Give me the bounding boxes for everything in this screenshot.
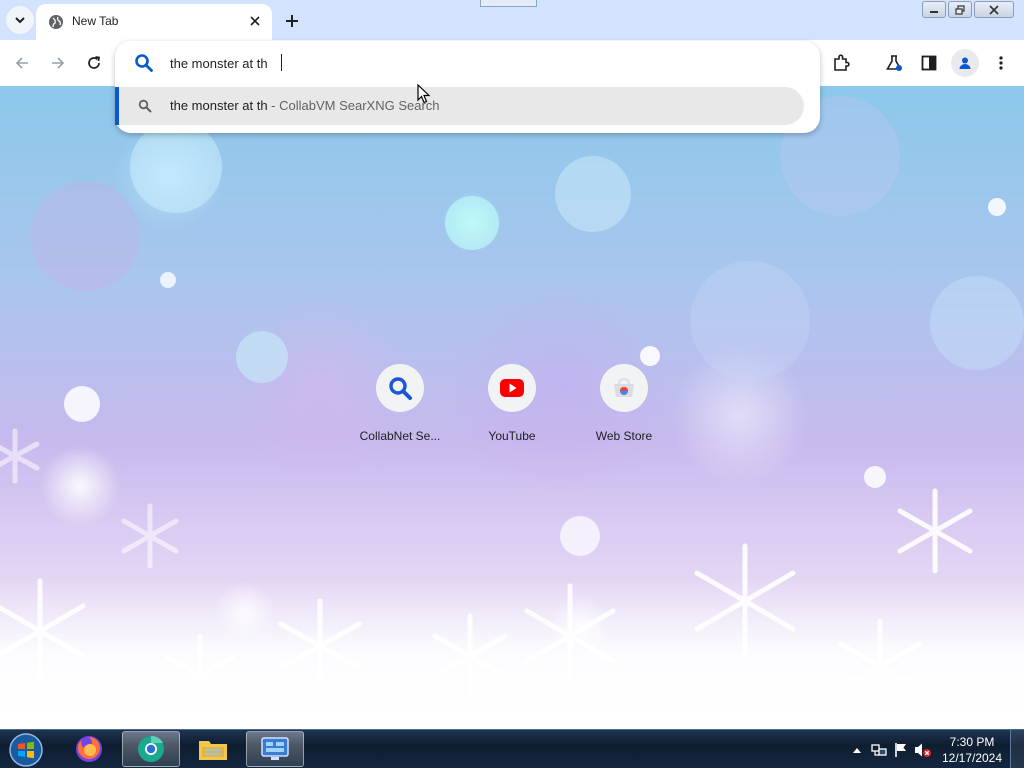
address-bar-input[interactable] — [170, 53, 770, 73]
suggestion-separator: - — [267, 98, 280, 113]
taskbar-control-panel[interactable] — [246, 731, 304, 767]
window-controls — [922, 1, 1014, 18]
suggestion-query: the monster at th — [170, 98, 268, 113]
labs-flask-icon — [886, 55, 902, 71]
tab-strip: New Tab — [0, 0, 1024, 40]
taskbar-clock[interactable]: 7:30 PM 12/17/2024 — [934, 734, 1010, 766]
chromium-browser-icon — [138, 735, 164, 762]
taskbar-firefox[interactable] — [60, 731, 118, 767]
new-tab-button[interactable] — [278, 7, 306, 35]
magnifier-icon — [389, 377, 412, 400]
globe-icon — [49, 15, 63, 29]
suggestion-selection-bar — [115, 87, 119, 125]
tab-new-tab[interactable]: New Tab — [36, 4, 272, 40]
tab-search-button[interactable] — [6, 6, 34, 34]
show-hidden-icons-button[interactable] — [846, 739, 868, 761]
window-drag-indicator[interactable] — [480, 0, 537, 7]
tray-network-button[interactable] — [868, 739, 890, 761]
profile-button[interactable] — [951, 49, 979, 77]
profile-icon — [959, 57, 971, 69]
forward-arrow-icon — [52, 57, 65, 69]
suggestion-description: CollabVM SearXNG Search — [279, 98, 440, 113]
forward-button[interactable] — [44, 49, 72, 77]
shortcut-youtube[interactable]: YouTube — [456, 364, 568, 460]
reload-button[interactable] — [80, 49, 108, 77]
windows-start-orb-icon — [9, 733, 43, 767]
shortcut-icon-circle — [488, 364, 536, 412]
chevron-up-icon — [853, 747, 861, 753]
search-icon — [135, 54, 153, 72]
browser-menu-button[interactable] — [987, 49, 1015, 77]
tray-volume-button[interactable] — [912, 739, 934, 761]
suggestion-text: the monster at th - CollabVM SearXNG Sea… — [170, 98, 440, 113]
close-window-button[interactable] — [974, 1, 1014, 18]
shortcut-web-store[interactable]: Web Store — [568, 364, 680, 460]
back-arrow-icon — [15, 57, 28, 69]
side-panel-icon — [921, 55, 937, 71]
search-icon — [138, 99, 152, 113]
tab-close-button[interactable] — [246, 12, 264, 30]
clock-date: 12/17/2024 — [941, 750, 1003, 765]
labs-button[interactable] — [880, 49, 908, 77]
flag-icon — [895, 742, 906, 757]
network-icon — [871, 743, 887, 756]
firefox-icon — [76, 736, 102, 762]
restore-button[interactable] — [948, 1, 972, 18]
menu-kebab-icon — [999, 56, 1003, 70]
text-caret — [281, 54, 282, 71]
shortcut-icon-circle — [376, 364, 424, 412]
chevron-down-icon — [15, 17, 25, 24]
new-tab-page-background: CollabNet Se... YouTube Web Store — [0, 86, 1024, 729]
youtube-play-icon — [500, 379, 524, 397]
web-store-icon — [614, 378, 634, 397]
omnibox-suggestion[interactable]: the monster at th - CollabVM SearXNG Sea… — [115, 87, 804, 125]
close-icon — [989, 4, 999, 15]
show-desktop-button[interactable] — [1010, 730, 1024, 768]
windows-taskbar: 7:30 PM 12/17/2024 — [0, 729, 1024, 768]
minimize-button[interactable] — [922, 1, 946, 18]
shortcut-icon-circle — [600, 364, 648, 412]
plus-icon — [286, 15, 298, 27]
taskbar-file-explorer[interactable] — [184, 731, 242, 767]
folder-icon — [199, 741, 227, 760]
extensions-button[interactable] — [827, 49, 855, 77]
control-panel-icon — [261, 737, 289, 760]
clock-time: 7:30 PM — [949, 734, 995, 749]
tab-title: New Tab — [72, 14, 119, 28]
mouse-cursor-icon — [417, 84, 431, 104]
omnibox-dropdown: the monster at th - CollabVM SearXNG Sea… — [115, 41, 820, 133]
minimize-icon — [930, 10, 938, 13]
shortcut-collabnet-search[interactable]: CollabNet Se... — [344, 364, 456, 460]
side-panel-button[interactable] — [915, 49, 943, 77]
tray-action-center-button[interactable] — [890, 739, 912, 761]
back-button[interactable] — [8, 49, 36, 77]
shortcut-label: YouTube — [488, 429, 536, 443]
restore-icon — [955, 4, 965, 15]
reload-icon — [88, 56, 100, 69]
extensions-puzzle-icon — [834, 54, 850, 71]
system-tray: 7:30 PM 12/17/2024 — [846, 730, 1024, 768]
start-button[interactable] — [5, 732, 47, 768]
shortcut-label: CollabNet Se... — [359, 429, 441, 443]
snow-ground-decoration — [0, 579, 1024, 729]
taskbar-chromium[interactable] — [122, 731, 180, 767]
volume-muted-icon — [915, 743, 931, 757]
close-icon — [250, 16, 260, 26]
shortcut-label: Web Store — [595, 429, 653, 443]
